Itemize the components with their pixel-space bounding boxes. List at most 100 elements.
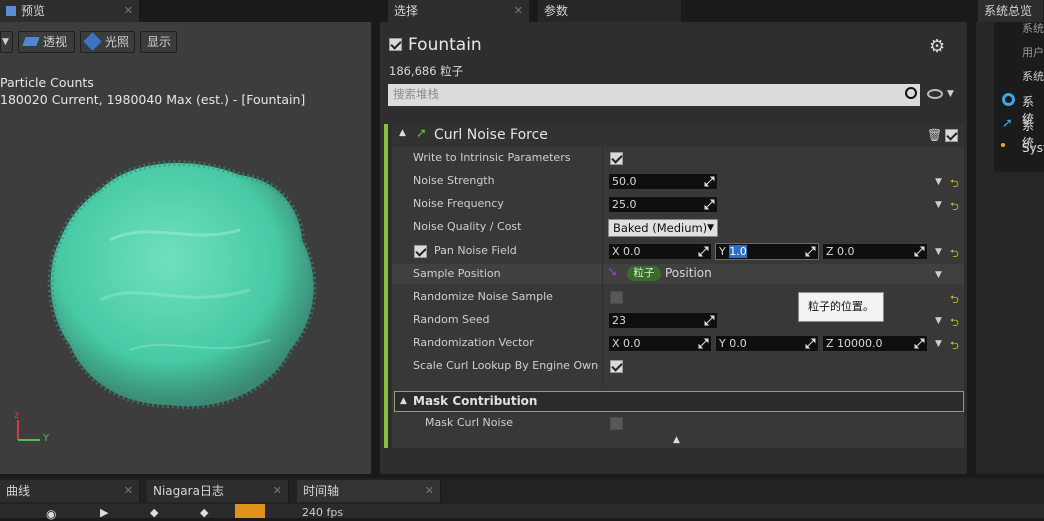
tooltip: 粒子的位置。 [798,292,884,322]
reset-arrow-icon[interactable]: ⮌ [950,291,959,310]
row-label-noise-quality: Noise Quality / Cost [413,220,522,233]
play-icon[interactable]: ▶ [100,506,108,519]
close-icon[interactable]: ✕ [124,480,133,502]
collapse-arrow-icon[interactable]: ▲ [400,396,407,406]
row-label-noise-frequency: Noise Frequency [413,197,504,210]
expand-arrows-icon [698,338,709,349]
chevron-down-icon: ▼ [2,37,9,47]
ring-icon [1002,93,1015,106]
particle-namespace-tag: 粒子 [627,266,661,281]
row-label-random-seed: Random Seed [413,313,490,326]
row-label-noise-strength: Noise Strength [413,174,495,187]
expand-arrows-icon [698,246,709,257]
particle-cloud [47,160,317,410]
column-divider [602,147,603,387]
expand-arrows-icon [914,338,925,349]
delete-icon[interactable]: 🗑 [927,128,942,142]
reset-arrow-icon[interactable]: ⮌ [950,337,959,356]
key-icon[interactable]: ◆ [150,506,158,519]
show-button[interactable]: 显示 [140,31,177,53]
noise-frequency-input[interactable]: 25.0 [608,196,718,213]
eye-icon[interactable]: ◉ [46,507,56,521]
settings-icon[interactable]: ⚙ [929,36,953,58]
row-label-pan-noise: Pan Noise Field [434,244,517,257]
key-icon[interactable]: ◆ [200,506,208,519]
noise-quality-select[interactable]: Baked (Medium) ▼ [608,219,718,237]
chevron-down-icon: ▼ [707,223,714,233]
force-arrow-icon: ➚ [416,126,427,141]
fps-readout[interactable]: 240 fps [302,506,343,519]
reset-arrow-icon[interactable]: ⮌ [950,314,959,333]
randomize-noise-checkbox[interactable] [610,291,623,304]
pan-noise-checkbox[interactable] [414,245,427,258]
eye-icon[interactable] [927,89,943,99]
chevron-down-icon[interactable]: ▼ [935,270,942,280]
row-label-sample-position: Sample Position [413,267,501,280]
axis-gizmo [17,420,40,441]
search-icon[interactable] [905,87,917,99]
arrow-icon: ➚ [1002,116,1013,131]
sample-position-value[interactable]: Position [665,266,712,280]
row-label-mask-curl: Mask Curl Noise [425,416,514,429]
close-icon[interactable]: ✕ [425,480,434,502]
expand-arrows-icon [805,338,816,349]
tab-params[interactable]: 参数 [538,0,682,22]
tab-curves[interactable]: 曲线 ✕ [0,480,140,502]
reset-arrow-icon[interactable]: ⮌ [950,175,959,194]
chevron-down-icon[interactable]: ▼ [935,316,942,326]
tab-timeline[interactable]: 时间轴 ✕ [297,480,441,502]
random-seed-input[interactable]: 23 [608,312,718,329]
pan-noise-x-input[interactable]: X 0.0 [608,243,712,260]
collapse-arrow-icon[interactable]: ▲ [673,435,680,445]
cube-icon [22,37,40,46]
reset-arrow-icon[interactable]: ⮌ [950,245,959,264]
tab-system-overview[interactable]: 系统总览 [978,0,1044,22]
close-icon[interactable]: ✕ [514,0,523,22]
pan-noise-y-input[interactable]: Y 1.0 [715,243,819,260]
link-arrow-icon: ➘ [607,265,618,280]
overview-item: 系统 [1022,22,1044,35]
chevron-down-icon[interactable]: ▼ [935,200,942,210]
chevron-down-icon[interactable]: ▼ [947,89,954,99]
lit-button[interactable]: 光照 [80,31,135,53]
chevron-down-icon[interactable]: ▼ [935,247,942,257]
pan-noise-z-input[interactable]: Z 0.0 [822,243,928,260]
expand-arrows-icon [805,246,816,257]
scale-curl-checkbox[interactable] [610,360,623,373]
tab-preview[interactable]: 预览 ✕ [0,0,140,22]
expand-arrows-icon [704,199,715,210]
module-enable-checkbox[interactable] [945,129,958,142]
mask-curl-checkbox[interactable] [610,417,623,430]
viewport-options-dropdown[interactable]: ▼ [0,31,13,53]
lit-sphere-icon [83,32,102,51]
close-icon[interactable]: ✕ [124,0,133,22]
expand-arrows-icon [914,246,925,257]
randomization-y-input[interactable]: Y 0.0 [715,335,819,352]
randomization-z-input[interactable]: Z 10000.0 [822,335,928,352]
row-label-randomize-noise: Randomize Noise Sample [413,290,553,303]
collapse-arrow-icon[interactable]: ▲ [399,128,406,138]
module-highlight-bar [384,124,388,448]
chevron-down-icon[interactable]: ▼ [935,177,942,187]
particle-counts-title: Particle Counts [0,75,94,90]
write-intrinsic-checkbox[interactable] [610,152,623,165]
expand-arrows-icon [704,176,715,187]
chevron-down-icon[interactable]: ▼ [935,339,942,349]
mask-contribution-title: Mask Contribution [413,394,538,408]
record-button[interactable] [235,504,265,518]
tab-niagara-log[interactable]: Niagara日志 ✕ [147,480,289,502]
reset-arrow-icon[interactable]: ⮌ [950,198,959,217]
overview-item: 用户 [1022,46,1044,59]
randomization-x-input[interactable]: X 0.0 [608,335,712,352]
search-input[interactable]: 搜索堆栈 [388,84,920,106]
overview-item: 系统 [1022,70,1044,83]
particle-count: 186,686 粒子 [389,64,464,78]
tab-selection[interactable]: 选择 ✕ [388,0,530,22]
perspective-button[interactable]: 透视 [18,31,75,53]
noise-strength-input[interactable]: 50.0 [608,173,718,190]
row-label-scale-curl: Scale Curl Lookup By Engine Owner S [413,359,599,372]
emitter-enable-checkbox[interactable] [389,38,402,51]
axis-z-label: z [14,410,20,421]
close-icon[interactable]: ✕ [273,480,282,502]
status-dot [1001,143,1005,147]
